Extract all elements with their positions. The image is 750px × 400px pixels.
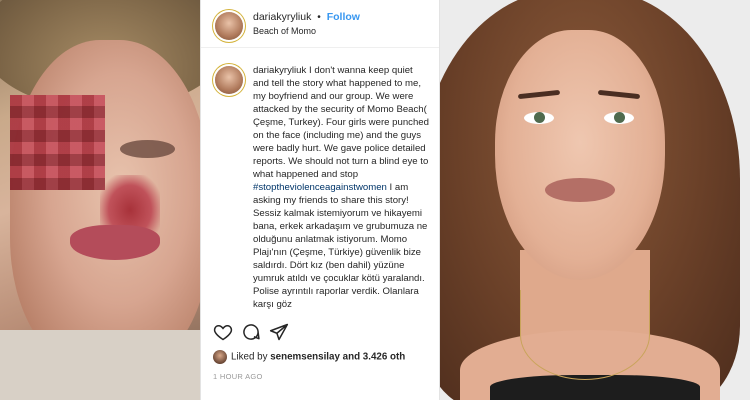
caption-text-2: I am asking my friends to share this sto… bbox=[253, 182, 428, 310]
caption-hashtag[interactable]: #stoptheviolenceagainstwomen bbox=[253, 182, 387, 193]
instagram-post: dariakyryliuk • Follow Beach of Momo dar… bbox=[200, 0, 440, 400]
post-header: dariakyryliuk • Follow Beach of Momo bbox=[201, 0, 439, 48]
post-caption: dariakyryliuk I don't wanna keep quiet a… bbox=[253, 64, 431, 314]
post-username-row: dariakyryliuk • Follow bbox=[253, 11, 360, 23]
post-actions bbox=[213, 322, 433, 344]
left-photo-shirt bbox=[0, 330, 210, 400]
right-photo-iris-right bbox=[614, 112, 625, 123]
right-photo-lips bbox=[545, 178, 615, 202]
likes-row: Liked by senemsensilay and 3.426 oth bbox=[213, 350, 439, 366]
likes-prefix: Liked by bbox=[231, 351, 271, 363]
post-timestamp: 1 HOUR AGO bbox=[213, 372, 263, 381]
liker-username[interactable]: senemsensilay bbox=[270, 352, 340, 363]
liker-avatar bbox=[213, 350, 227, 364]
left-photo-eye bbox=[120, 140, 175, 158]
separator-dot: • bbox=[317, 12, 321, 23]
profile-avatar[interactable] bbox=[215, 12, 243, 40]
right-photo bbox=[400, 0, 750, 400]
caption-avatar[interactable] bbox=[215, 66, 243, 94]
heart-icon[interactable] bbox=[213, 322, 235, 344]
post-username[interactable]: dariakyryliuk bbox=[253, 11, 311, 23]
left-photo-mouth bbox=[70, 225, 160, 260]
caption-username[interactable]: dariakyryliuk bbox=[253, 65, 306, 76]
right-photo-necklace bbox=[520, 290, 650, 380]
right-photo-face bbox=[495, 30, 665, 280]
pixelated-eye-area bbox=[10, 95, 105, 190]
left-photo bbox=[0, 0, 210, 400]
post-location[interactable]: Beach of Momo bbox=[253, 26, 316, 36]
caption-text-1: I don't wanna keep quiet and tell the st… bbox=[253, 65, 429, 180]
share-icon[interactable] bbox=[269, 322, 291, 344]
follow-button[interactable]: Follow bbox=[327, 11, 360, 23]
comment-icon[interactable] bbox=[241, 322, 263, 344]
right-photo-iris-left bbox=[534, 112, 545, 123]
likes-count[interactable]: and 3.426 oth bbox=[340, 352, 406, 363]
